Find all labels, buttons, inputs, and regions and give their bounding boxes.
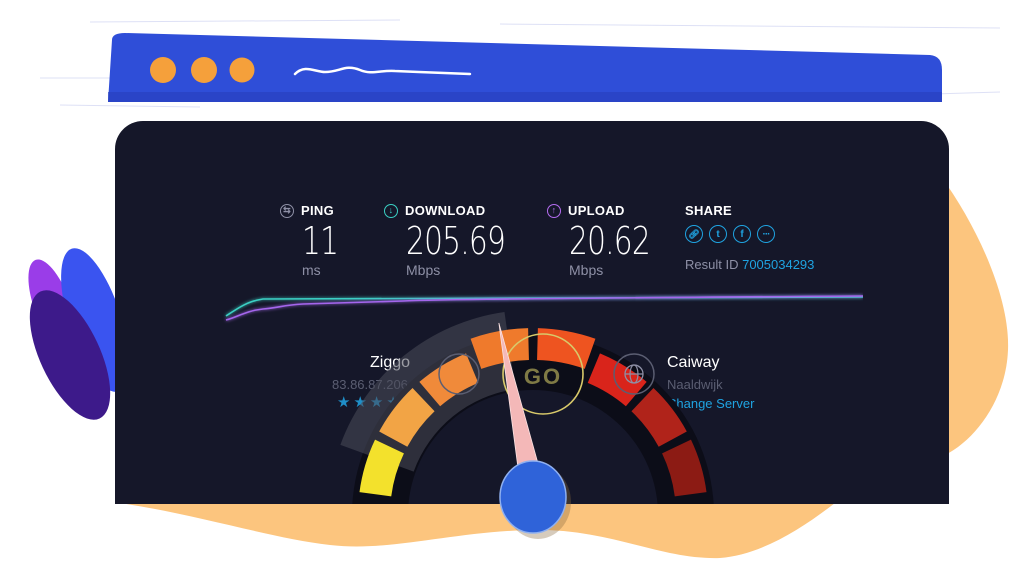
gauge-knob <box>499 460 567 534</box>
go-button-label[interactable]: GO <box>524 364 562 389</box>
speed-gauge: GO <box>340 311 714 539</box>
